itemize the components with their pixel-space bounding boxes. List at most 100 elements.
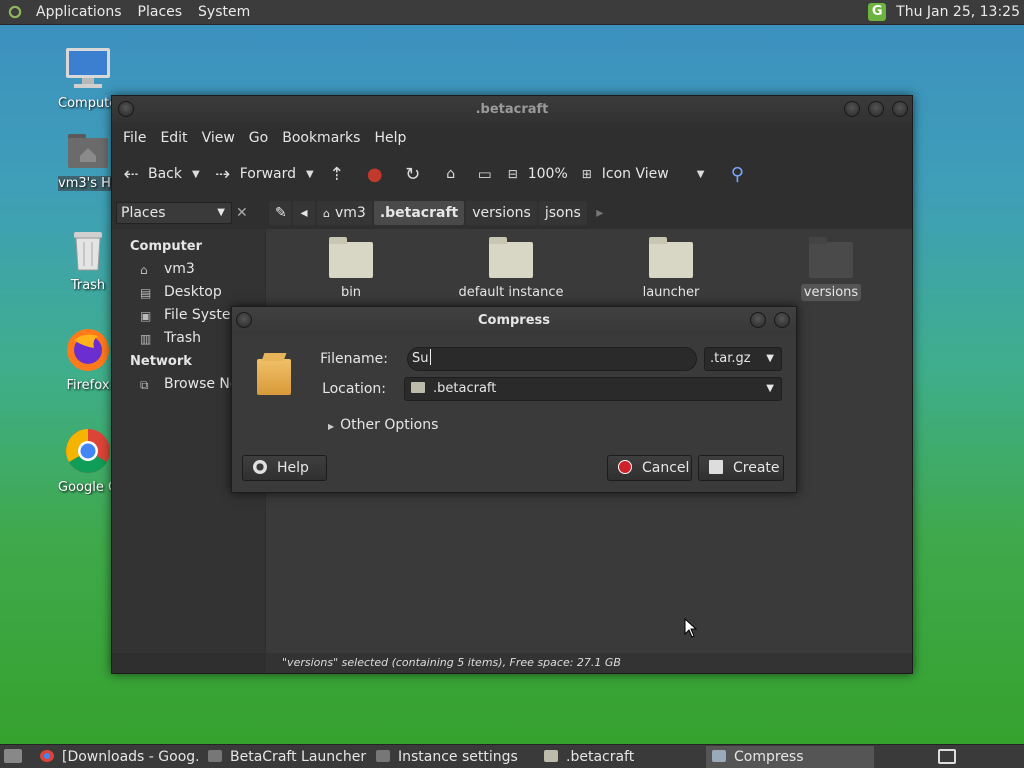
stop-icon[interactable]: ●: [364, 164, 386, 185]
breadcrumb-left-icon[interactable]: ◂: [293, 201, 315, 225]
reload-icon[interactable]: ↻: [402, 164, 424, 185]
desktop-folder-icon: ▤: [140, 286, 152, 300]
close-button[interactable]: [774, 312, 790, 328]
show-desktop-icon[interactable]: [4, 749, 22, 763]
window-titlebar[interactable]: .betacraft: [112, 96, 912, 123]
zoom-in-icon[interactable]: ⊞: [576, 167, 598, 181]
task-label: Compress: [734, 749, 804, 765]
minimize-button[interactable]: [844, 101, 860, 117]
close-button[interactable]: [892, 101, 908, 117]
folder-label: launcher: [642, 285, 700, 300]
folder-item[interactable]: versions: [761, 234, 901, 301]
menu-help[interactable]: Help: [367, 130, 413, 146]
back-arrow-icon: ⇠: [123, 163, 139, 185]
sidebar-heading-computer: Computer: [130, 239, 203, 254]
window-title: .betacraft: [475, 102, 549, 117]
search-icon[interactable]: ⚲: [726, 164, 748, 185]
breadcrumb-right-icon[interactable]: ▸: [589, 201, 611, 225]
back-button[interactable]: ⇠ Back: [120, 164, 182, 185]
help-label: Help: [277, 460, 309, 476]
task-instance-settings[interactable]: Instance settings: [370, 746, 536, 768]
sidebar-item-desktop[interactable]: ▤ Desktop: [112, 281, 265, 304]
view-mode-select[interactable]: Icon View: [602, 166, 669, 182]
task-compress[interactable]: Compress: [706, 746, 874, 768]
firefox-icon: [67, 329, 109, 371]
chevron-down-icon: ▼: [217, 207, 225, 218]
menu-bookmarks[interactable]: Bookmarks: [275, 130, 367, 146]
java-app-icon: [376, 750, 390, 762]
text-cursor: [429, 349, 431, 365]
folder-icon: [411, 382, 425, 393]
task-downloads[interactable]: [Downloads - Goog...: [34, 746, 198, 768]
forward-history-chevron-icon[interactable]: ▼: [306, 169, 314, 180]
workspace-switcher-icon[interactable]: [938, 749, 956, 764]
distro-logo-icon[interactable]: [6, 3, 24, 21]
folder-item[interactable]: launcher: [601, 234, 741, 301]
filename-field[interactable]: Su: [407, 347, 697, 371]
top-panel: Applications Places System G Thu Jan 25,…: [0, 0, 1024, 25]
zoom-out-icon[interactable]: ⊟: [502, 167, 524, 181]
other-options-label: Other Options: [340, 417, 439, 433]
task-label: Instance settings: [398, 749, 518, 765]
task-label: .betacraft: [566, 749, 635, 765]
package-icon: [257, 359, 291, 395]
extension-select[interactable]: .tar.gz ▼: [704, 347, 782, 371]
archive-icon: [712, 750, 726, 762]
dialog-titlebar[interactable]: Compress: [232, 307, 796, 335]
menubar: File Edit View Go Bookmarks Help: [112, 123, 912, 153]
minimize-button[interactable]: [750, 312, 766, 328]
menu-edit[interactable]: Edit: [153, 130, 194, 146]
breadcrumb-betacraft[interactable]: .betacraft: [373, 201, 465, 225]
breadcrumb-jsons[interactable]: jsons: [538, 201, 587, 225]
status-bar: "versions" selected (containing 5 items)…: [266, 653, 912, 673]
trash-icon: [74, 232, 102, 271]
menu-places[interactable]: Places: [130, 0, 191, 25]
desktop-label: Computer: [58, 96, 118, 111]
location-select[interactable]: .betacraft ▼: [404, 377, 782, 401]
back-history-chevron-icon[interactable]: ▼: [192, 169, 200, 180]
window-menu-button[interactable]: [118, 101, 134, 117]
folder-icon: [489, 237, 533, 278]
create-button[interactable]: Create: [698, 455, 784, 481]
forward-button[interactable]: ⇢ Forward: [212, 164, 296, 185]
task-betacraft-folder[interactable]: .betacraft: [538, 746, 704, 768]
side-pane-selector[interactable]: Places ▼: [116, 202, 232, 224]
close-side-pane-icon[interactable]: ✕: [236, 205, 248, 221]
window-menu-button[interactable]: [236, 312, 252, 328]
task-label: [Downloads - Goog...: [62, 749, 198, 765]
folder-item[interactable]: default instance: [441, 234, 581, 301]
home-folder-icon: [68, 134, 108, 168]
chevron-down-icon: ▼: [766, 353, 774, 364]
help-button[interactable]: Help: [242, 455, 327, 481]
edit-location-icon[interactable]: ✎: [269, 201, 291, 225]
home-icon[interactable]: ⌂: [440, 166, 462, 182]
task-betacraft-launcher[interactable]: BetaCraft Launcher ...: [202, 746, 368, 768]
menu-view[interactable]: View: [195, 130, 242, 146]
breadcrumb-vm3[interactable]: ⌂ vm3: [317, 201, 372, 225]
breadcrumb-versions[interactable]: versions: [466, 201, 537, 225]
view-mode-chevron-icon[interactable]: ▼: [697, 169, 705, 180]
up-arrow-icon[interactable]: ⇡: [326, 164, 348, 185]
maximize-button[interactable]: [868, 101, 884, 117]
cancel-button[interactable]: Cancel: [607, 455, 692, 481]
filename-label: Filename:: [320, 351, 388, 367]
side-pane-label: Places: [121, 205, 166, 221]
menu-file[interactable]: File: [116, 130, 153, 146]
menu-go[interactable]: Go: [242, 130, 275, 146]
cancel-label: Cancel: [642, 460, 690, 476]
menu-applications[interactable]: Applications: [28, 0, 130, 25]
create-archive-icon: [709, 460, 723, 474]
folder-item[interactable]: bin: [281, 234, 421, 301]
extension-value: .tar.gz: [710, 351, 751, 366]
sidebar-item-vm3[interactable]: ⌂ vm3: [112, 258, 265, 281]
folder-label: versions: [800, 284, 862, 301]
dialog-title: Compress: [477, 313, 551, 328]
computer-icon[interactable]: ▭: [474, 165, 496, 183]
update-manager-icon[interactable]: G: [868, 3, 887, 21]
other-options-expander[interactable]: ▶ Other Options: [328, 417, 438, 433]
location-value: .betacraft: [433, 381, 497, 396]
panel-clock[interactable]: Thu Jan 25, 13:25: [896, 4, 1020, 20]
mouse-pointer-icon: [684, 618, 698, 638]
folder-icon: [809, 237, 853, 278]
menu-system[interactable]: System: [190, 0, 258, 25]
